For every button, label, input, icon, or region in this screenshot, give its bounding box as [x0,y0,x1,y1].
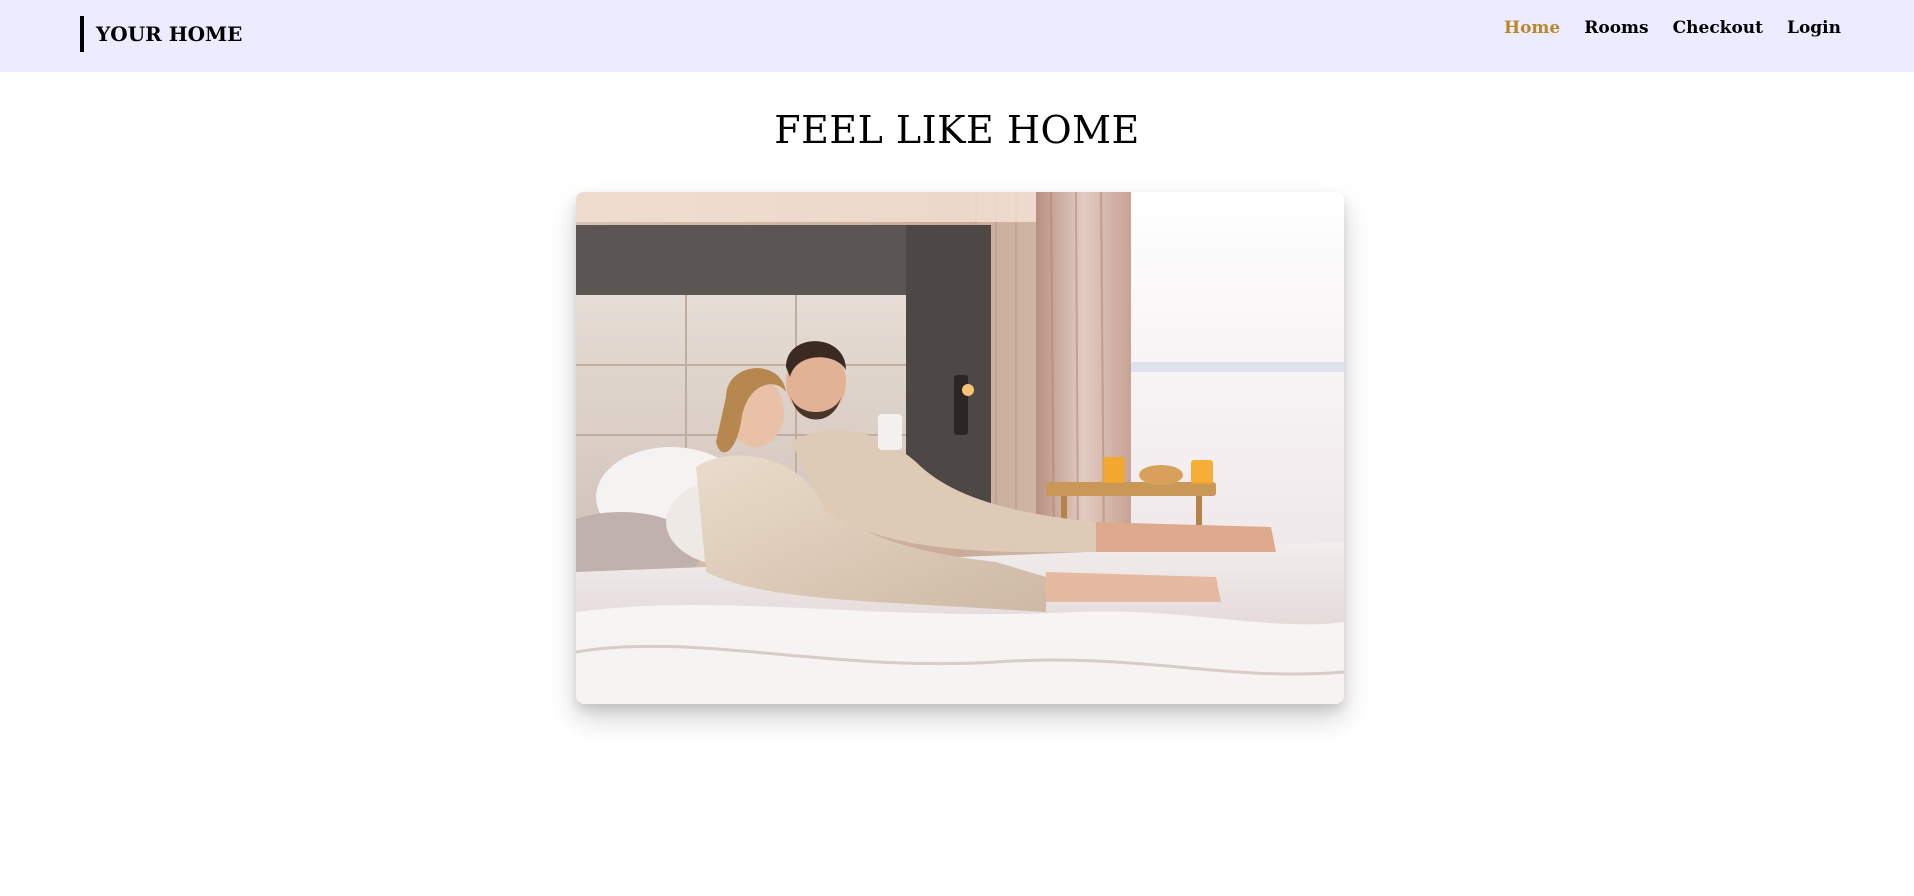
nav-item-login[interactable]: Login [1787,18,1841,38]
brand-logo[interactable]: YOUR HOME [80,16,242,52]
main-nav: Home Rooms Checkout Login [1504,18,1841,38]
nav-item-checkout[interactable]: Checkout [1673,18,1763,38]
hero-image [576,192,1344,704]
brand-name: YOUR HOME [96,22,243,46]
top-navbar: YOUR HOME Home Rooms Checkout Login [0,0,1914,72]
nav-item-home[interactable]: Home [1504,18,1560,38]
nav-item-rooms[interactable]: Rooms [1584,18,1648,38]
page-headline: FEEL LIKE HOME [774,108,1140,152]
